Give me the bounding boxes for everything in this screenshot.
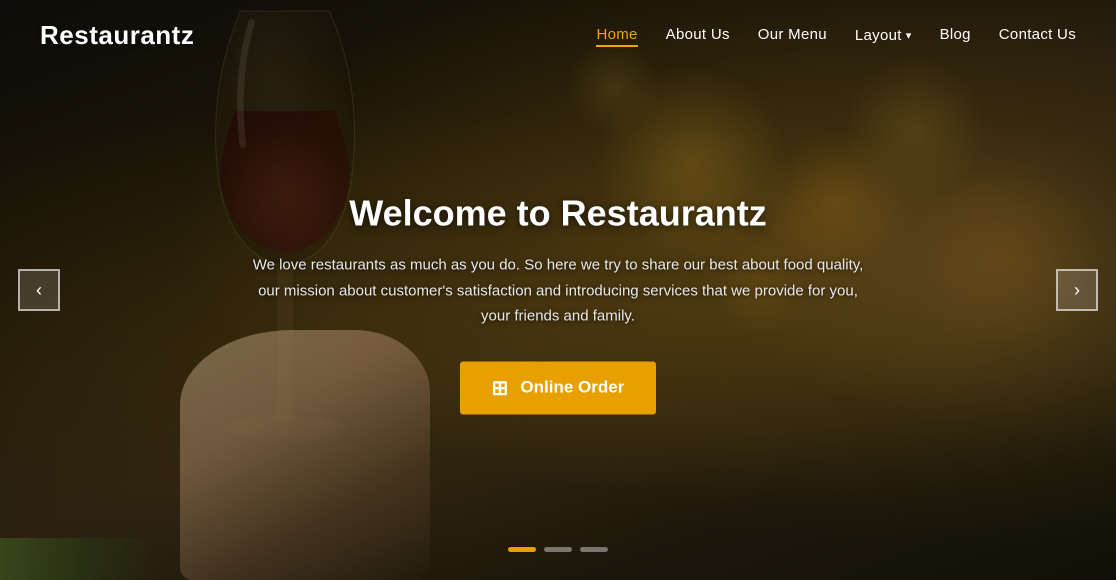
hero-content: Welcome to Restaurantz We love restauran… xyxy=(208,193,908,415)
cta-label: Online Order xyxy=(520,378,624,398)
nav-item-about[interactable]: About Us xyxy=(666,26,730,44)
nav-link-home[interactable]: Home xyxy=(596,26,637,47)
slide-dots xyxy=(508,547,608,552)
navbar: Restaurantz Home About Us Our Menu Layou… xyxy=(0,0,1116,70)
bottom-strip xyxy=(0,538,160,580)
slide-dot-1[interactable] xyxy=(508,547,536,552)
nav-item-contact[interactable]: Contact Us xyxy=(999,26,1076,44)
nav-item-layout[interactable]: Layout ▾ xyxy=(855,27,912,44)
brand-logo[interactable]: Restaurantz xyxy=(40,20,194,51)
nav-item-blog[interactable]: Blog xyxy=(940,26,971,44)
hero-section: Restaurantz Home About Us Our Menu Layou… xyxy=(0,0,1116,580)
nav-link-blog[interactable]: Blog xyxy=(940,26,971,43)
nav-link-layout[interactable]: Layout ▾ xyxy=(855,27,912,44)
online-order-button[interactable]: ⊞ Online Order xyxy=(460,361,657,414)
prev-arrow-icon: ‹ xyxy=(36,280,42,301)
slide-dot-3[interactable] xyxy=(580,547,608,552)
next-arrow-icon: › xyxy=(1074,280,1080,301)
slide-dot-2[interactable] xyxy=(544,547,572,552)
next-slide-button[interactable]: › xyxy=(1056,269,1098,311)
nav-link-about[interactable]: About Us xyxy=(666,26,730,43)
hero-title: Welcome to Restaurantz xyxy=(208,193,908,235)
hero-subtitle: We love restaurants as much as you do. S… xyxy=(248,253,868,330)
prev-slide-button[interactable]: ‹ xyxy=(18,269,60,311)
nav-links: Home About Us Our Menu Layout ▾ Blog Con… xyxy=(596,26,1076,44)
order-icon: ⊞ xyxy=(492,375,509,400)
chevron-down-icon: ▾ xyxy=(906,29,912,42)
nav-link-contact[interactable]: Contact Us xyxy=(999,26,1076,43)
nav-link-menu[interactable]: Our Menu xyxy=(758,26,827,43)
nav-item-home[interactable]: Home xyxy=(596,26,637,44)
nav-item-menu[interactable]: Our Menu xyxy=(758,26,827,44)
